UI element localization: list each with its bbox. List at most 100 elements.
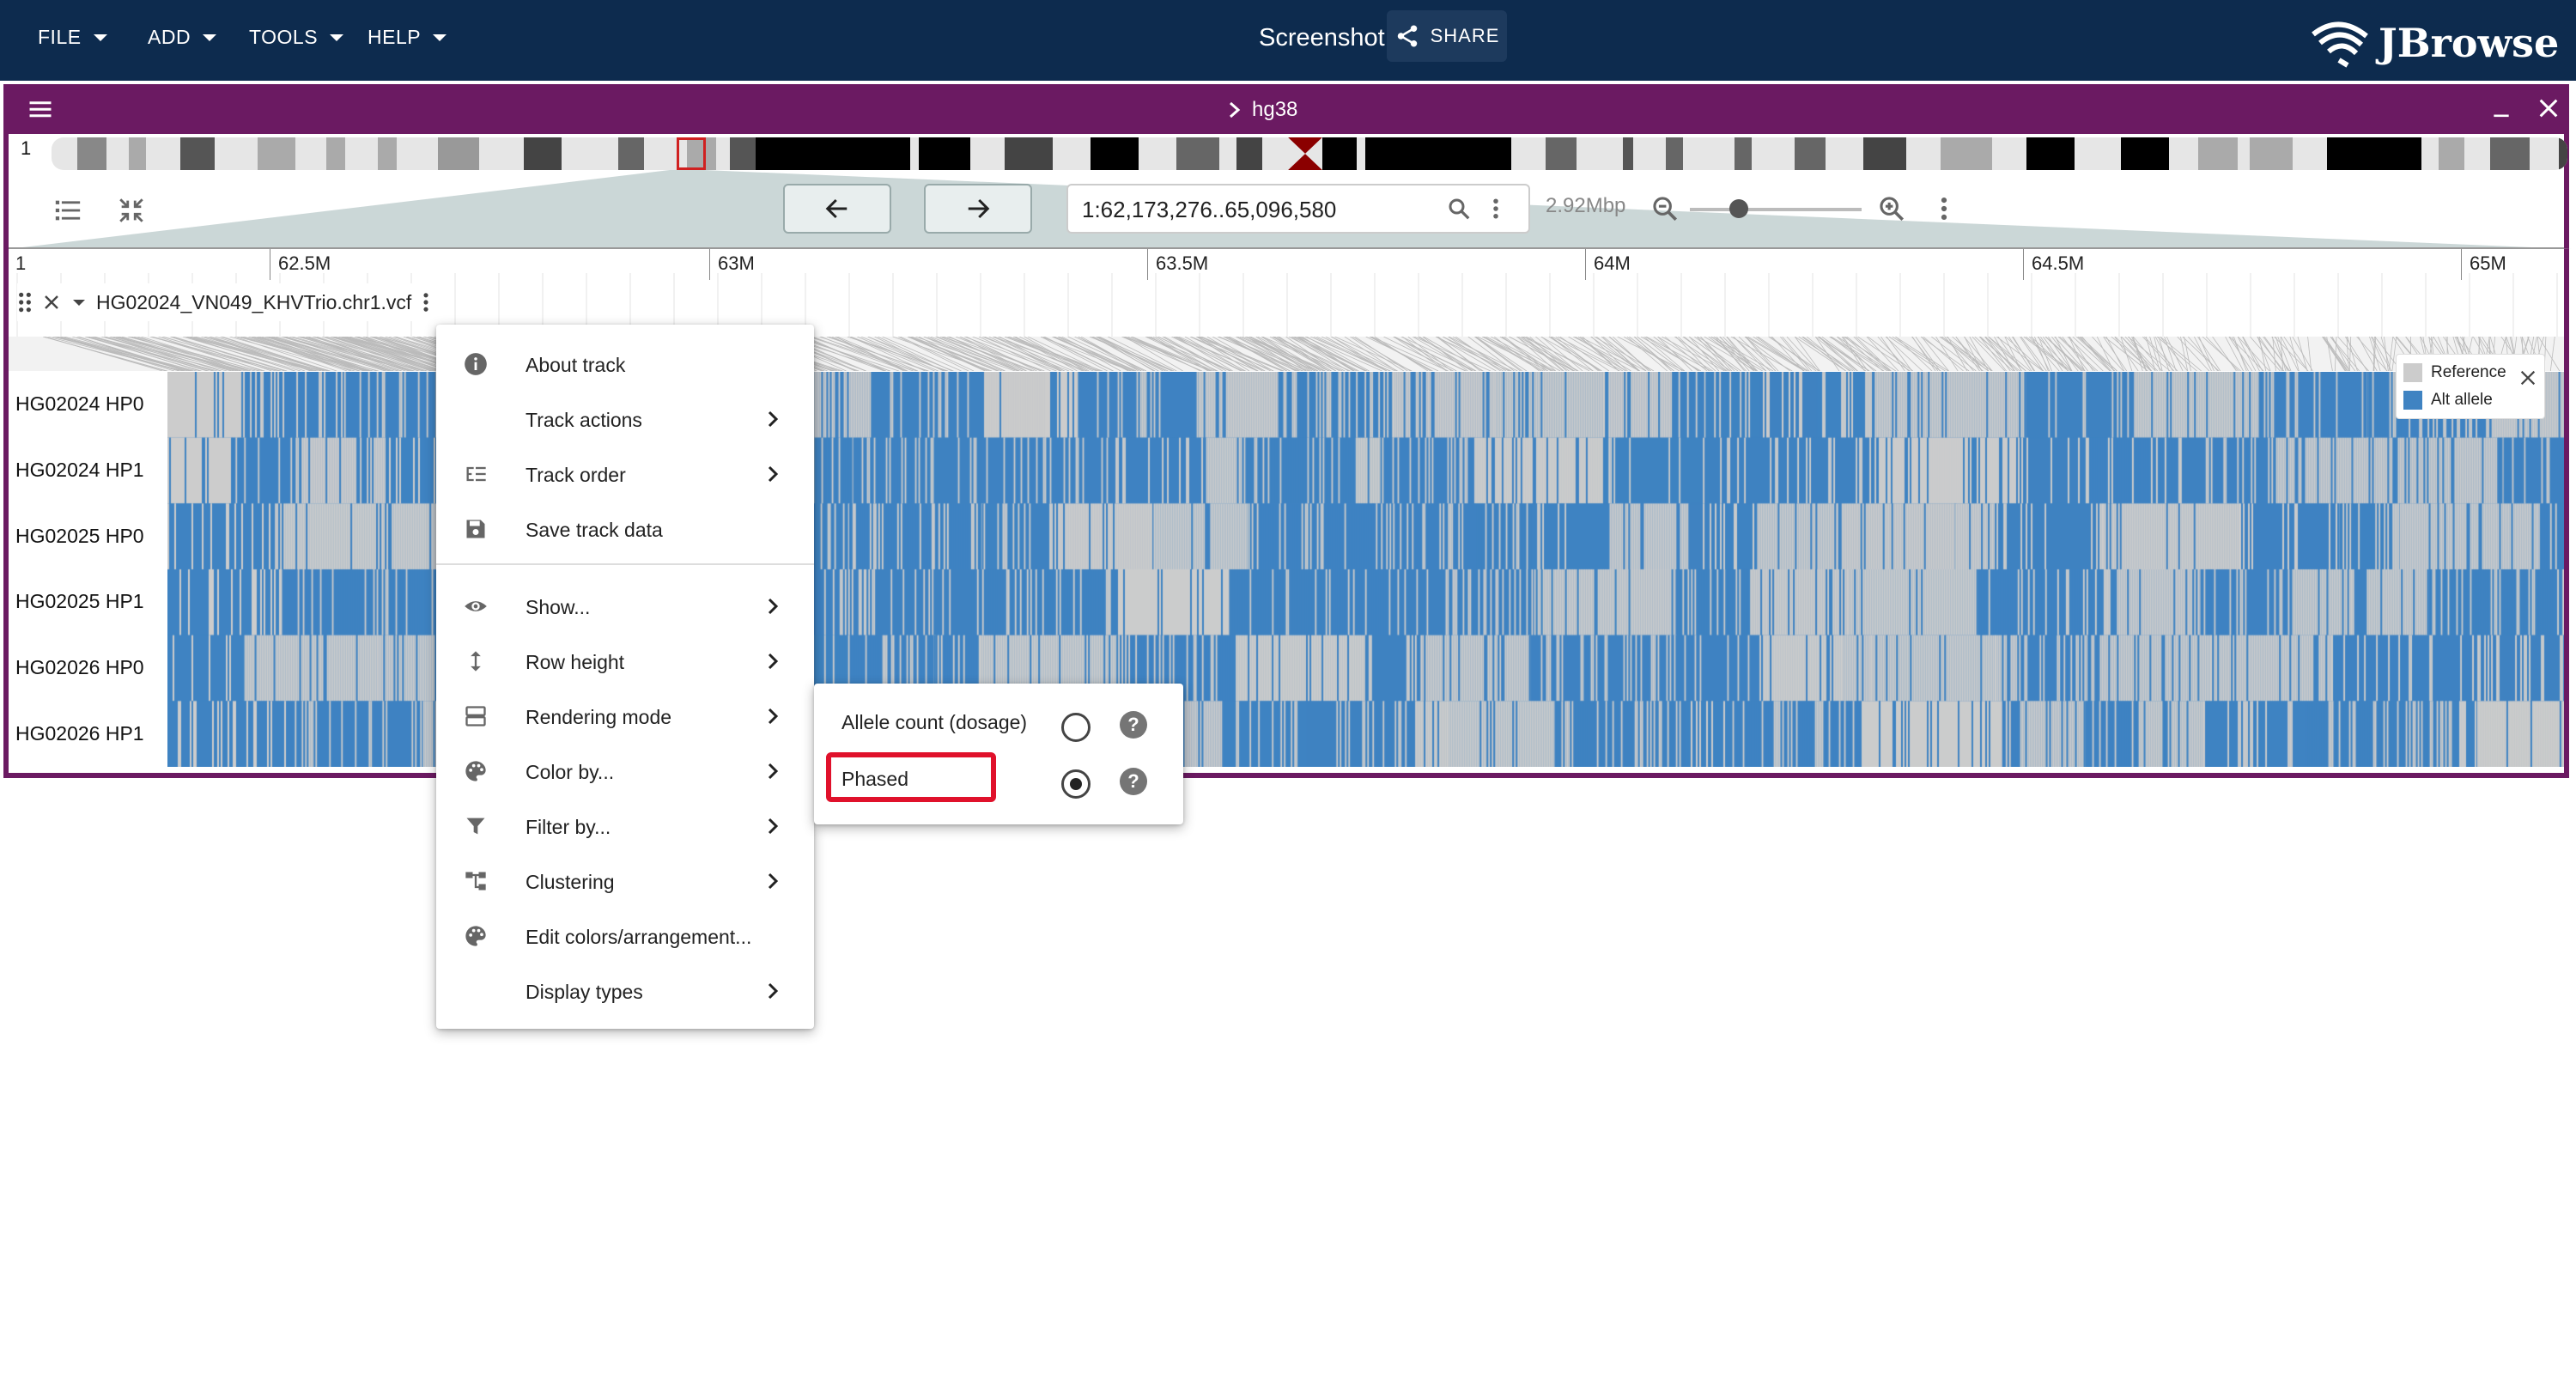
ideogram-band — [919, 137, 970, 170]
view-title[interactable]: hg38 — [1228, 98, 1297, 122]
tools-menu-button[interactable]: TOOLS — [249, 26, 344, 49]
menu-item-track-actions[interactable]: Track actions — [436, 392, 814, 447]
filter-icon — [466, 818, 485, 835]
reference-label: Reference — [2431, 363, 2506, 381]
pan-right-button[interactable] — [924, 184, 1032, 234]
ruler-tick-label: 65M — [2470, 252, 2506, 274]
chromosome-label: 1 — [21, 137, 32, 159]
hamburger-menu-icon[interactable] — [27, 96, 53, 122]
help-menu-label: HELP — [368, 26, 422, 48]
menu-item-row-height[interactable]: Row height — [436, 634, 814, 689]
menu-item-label: Track actions — [526, 409, 642, 431]
zoom-in-icon[interactable] — [1877, 194, 1906, 223]
menu-item-label: Filter by... — [526, 816, 611, 838]
zoom-slider-track[interactable] — [1690, 208, 1862, 211]
help-icon[interactable]: ? — [1120, 711, 1147, 739]
ruler-tick-label: 64M — [1594, 252, 1631, 274]
tools-menu-label: TOOLS — [249, 26, 319, 48]
view-more-vertical-icon[interactable] — [1937, 194, 1951, 223]
menu-item-show[interactable]: Show... — [436, 579, 814, 634]
menu-item-rendering-mode[interactable]: Rendering mode — [436, 689, 814, 744]
allele-count-option-label[interactable]: Allele count (dosage) — [841, 711, 1027, 734]
pan-left-button[interactable] — [783, 184, 891, 234]
legend-close-icon[interactable] — [2518, 368, 2537, 387]
menu-item-label: Display types — [526, 981, 643, 1003]
phased-radio[interactable] — [1061, 769, 1091, 799]
sample-row-label: HG02025 HP0 — [15, 524, 144, 547]
track-label: HG02024_VN049_KHVTrio.chr1.vcf — [17, 283, 447, 321]
menu-item-label: About track — [526, 354, 626, 376]
ideogram-bar[interactable] — [52, 137, 2567, 170]
menu-item-label: Edit colors/arrangement... — [526, 926, 752, 948]
ideogram-band — [378, 137, 397, 170]
minimize-icon[interactable] — [2490, 98, 2512, 120]
help-icon[interactable]: ? — [1120, 768, 1147, 795]
menu-item-color-by[interactable]: Color by... — [436, 744, 814, 799]
ideogram-band — [2121, 137, 2169, 170]
ideogram-band — [1322, 137, 1357, 170]
phased-option-label[interactable]: Phased — [841, 768, 908, 791]
menu-item-label: Rendering mode — [526, 706, 672, 728]
info-icon — [465, 353, 487, 375]
menu-item-edit-colors-arrangement[interactable]: Edit colors/arrangement... — [436, 909, 814, 964]
menu-item-about-track[interactable]: About track — [436, 337, 814, 392]
allele-count-radio[interactable] — [1061, 713, 1091, 742]
eye-icon — [465, 601, 487, 611]
chevron-right-icon — [1230, 101, 1241, 119]
radio-selected-dot — [1070, 778, 1082, 790]
menu-item-display-types[interactable]: Display types — [436, 964, 814, 1018]
drag-handle-icon[interactable] — [17, 291, 33, 313]
ideogram-band — [618, 137, 644, 170]
close-icon[interactable] — [2537, 96, 2561, 120]
alt-label: Alt allele — [2431, 391, 2493, 409]
palette-icon — [465, 761, 486, 781]
arrow-left-icon — [825, 198, 848, 219]
chevron-down-icon — [433, 33, 447, 41]
location-search-box[interactable] — [1066, 184, 1530, 234]
jbrowse-logo: JBrowse — [2310, 17, 2559, 69]
variant-position-lines — [9, 337, 2564, 371]
search-icon[interactable] — [1446, 196, 1472, 222]
chevron-down-icon[interactable] — [70, 294, 88, 311]
track-selector-icon[interactable] — [53, 196, 82, 225]
ruler-tick-label: 64.5M — [2032, 252, 2085, 274]
ideogram-band — [1176, 137, 1219, 170]
menu-item-save-track-data[interactable]: Save track data — [436, 502, 814, 556]
more-vertical-icon[interactable] — [1489, 196, 1503, 222]
track-menu-icon[interactable] — [420, 290, 432, 314]
sample-row-label: HG02026 HP0 — [15, 656, 144, 678]
zoom-slider-thumb[interactable] — [1729, 199, 1748, 218]
location-input[interactable] — [1080, 196, 1427, 224]
arrow-right-icon — [968, 198, 990, 219]
ideogram-band — [1365, 137, 1511, 170]
menu-item-label: Show... — [526, 596, 591, 618]
sample-row-label: HG02026 HP1 — [15, 721, 144, 745]
file-menu-button[interactable]: FILE — [38, 26, 107, 49]
height-icon — [471, 651, 481, 672]
chevron-right-icon — [768, 982, 779, 1000]
track-name: HG02024_VN049_KHVTrio.chr1.vcf — [96, 290, 412, 313]
collapse-icon[interactable] — [117, 196, 146, 225]
legend-alt: Alt allele — [2403, 391, 2493, 410]
share-icon — [1397, 25, 1417, 47]
menu-item-clustering[interactable]: Clustering — [436, 854, 814, 909]
chromosome-ideogram[interactable]: 1 — [9, 134, 2567, 170]
session-title[interactable]: Screenshot — [1259, 24, 1385, 52]
logo-text: JBrowse — [2379, 20, 2560, 66]
palette-icon — [465, 926, 486, 946]
chevron-right-icon — [768, 708, 779, 725]
chevron-down-icon — [330, 33, 344, 41]
sort-order-icon — [466, 466, 486, 482]
ideogram-band — [1005, 137, 1053, 170]
help-menu-button[interactable]: HELP — [368, 26, 447, 49]
track-context-menu: About track Track actions Track order Save … — [436, 325, 814, 1029]
save-icon — [466, 520, 485, 538]
sample-row-label: HG02024 HP1 — [15, 459, 144, 481]
share-button[interactable]: SHARE — [1387, 10, 1507, 62]
close-track-icon[interactable] — [41, 292, 62, 313]
menu-item-track-order[interactable]: Track order — [436, 447, 814, 502]
menu-item-filter-by[interactable]: Filter by... — [436, 799, 814, 854]
ideogram-band — [1863, 137, 1906, 170]
zoom-out-icon[interactable] — [1650, 194, 1680, 223]
add-menu-button[interactable]: ADD — [148, 26, 217, 49]
